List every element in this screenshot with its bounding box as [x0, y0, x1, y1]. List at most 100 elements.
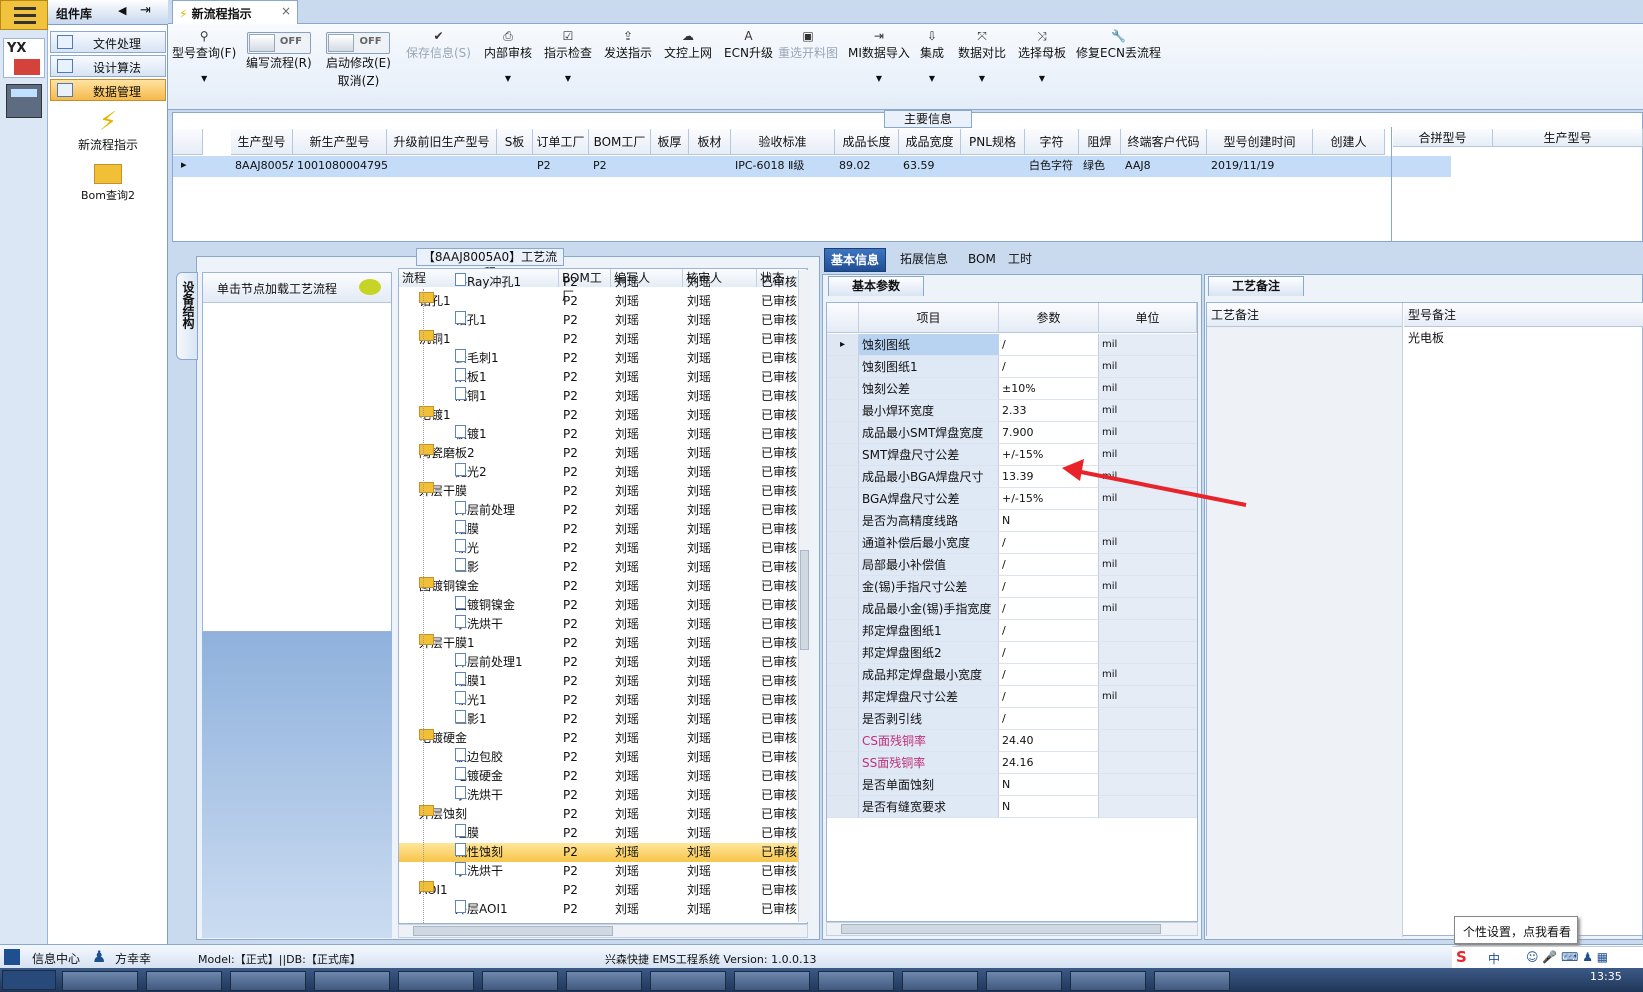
toolbar-button-1[interactable]: OFF 编写流程(R) [246, 28, 312, 72]
tree-node[interactable]: −外层蚀刻 [419, 805, 467, 824]
taskbar-app-button[interactable] [1154, 971, 1230, 991]
model-remark-text[interactable]: 光电板 [1408, 329, 1444, 346]
tree-row[interactable]: 水洗烘干 P2 刘瑶 刘瑶 已审核 [399, 615, 807, 634]
toolbar-button-3[interactable]: ✔ 保存信息(S) [406, 28, 471, 62]
launcher-bom-query[interactable]: Bom查询2 [50, 164, 166, 203]
params-column-header[interactable]: 参数 [999, 303, 1099, 333]
dropdown-arrow-icon[interactable]: ▼ [958, 72, 1006, 86]
param-row[interactable]: 金(锡)手指尺寸公差 / mil [827, 576, 1197, 598]
tree-row[interactable]: 曝光 P2 刘瑶 刘瑶 已审核 [399, 539, 807, 558]
toolbar-button-6[interactable]: ⇪ 发送指示 [604, 28, 652, 62]
tree-node[interactable]: 水洗烘干 [455, 862, 503, 881]
tree-node[interactable]: 显影1 [455, 710, 487, 729]
column-header[interactable]: 生产型号 [1493, 129, 1643, 147]
param-value[interactable]: 24.16 [999, 752, 1099, 774]
taskbar-app-button[interactable] [146, 971, 222, 991]
tree-row[interactable]: −沉铜1P2刘瑶刘瑶已审核 [399, 330, 807, 349]
tab-process-remarks[interactable]: 工艺备注 [1208, 276, 1304, 296]
tree-vertical-scrollbar[interactable] [798, 270, 810, 922]
dropdown-arrow-icon[interactable]: ▼ [1018, 72, 1066, 86]
tree-row[interactable]: −图镀铜镍金 P2 刘瑶 刘瑶 已审核 [399, 577, 807, 596]
tree-row[interactable]: −电镀1P2刘瑶刘瑶已审核 [399, 406, 807, 425]
toolbar-button-7[interactable]: ☁ 文控上网 [664, 28, 712, 62]
tree-row[interactable]: 水洗烘干 P2 刘瑶 刘瑶 已审核 [399, 862, 807, 881]
tree-row[interactable]: −外层蚀刻 P2 刘瑶 刘瑶 已审核 [399, 805, 807, 824]
param-value[interactable]: N [999, 796, 1099, 818]
tree-row[interactable]: 贴膜1 P2 刘瑶 刘瑶 已审核 [399, 672, 807, 691]
tree-node[interactable]: −外层干膜1 [419, 634, 475, 653]
pin-icon[interactable]: ⇥ [140, 3, 151, 18]
tree-node[interactable]: 水洗烘干 [455, 786, 503, 805]
taskbar-app-button[interactable] [902, 971, 978, 991]
tab-bom[interactable]: BOM [962, 248, 1002, 272]
column-header[interactable]: 升级前旧生产型号 [387, 129, 497, 155]
table-cell[interactable] [497, 156, 533, 176]
side-tab-equipment[interactable]: 设备结构 [176, 272, 198, 360]
param-row[interactable]: 邦定焊盘图纸2/ [827, 642, 1197, 664]
tree-row[interactable]: 显影1 P2 刘瑶 刘瑶 已审核 [399, 710, 807, 729]
tree-node[interactable]: 烘板1 [455, 368, 487, 387]
param-value[interactable]: / [999, 334, 1099, 356]
taskbar-app-button[interactable] [986, 971, 1062, 991]
table-cell[interactable] [961, 156, 1025, 176]
table-cell[interactable]: P2 [589, 156, 651, 176]
tree-node[interactable]: X-Ray冲孔1 [455, 273, 521, 292]
tree-row[interactable]: −电镀硬金 P2 刘瑶 刘瑶 已审核 [399, 729, 807, 748]
tree-row[interactable]: 钻孔1 P2 刘瑶 刘瑶 已审核 [399, 311, 807, 330]
taskbar-app-button[interactable] [482, 971, 558, 991]
column-header[interactable]: 合拼型号 [1393, 129, 1493, 147]
tree-node[interactable]: 贴膜 [455, 520, 479, 539]
tree-row[interactable]: −陶瓷磨板2 P2 刘瑶 刘瑶 已审核 [399, 444, 807, 463]
toggle-switch[interactable]: OFF [326, 32, 391, 54]
param-row[interactable]: 蚀刻图纸1/mil [827, 356, 1197, 378]
table-cell[interactable] [387, 156, 497, 176]
taskbar-app-button[interactable] [398, 971, 474, 991]
table-cell[interactable]: 绿色 [1079, 156, 1121, 176]
column-header[interactable]: 成品长度 [835, 129, 899, 155]
tree-node[interactable]: 曝光1 [455, 691, 487, 710]
param-row[interactable]: ▸ 蚀刻图纸 / mil [827, 334, 1197, 356]
table-cell[interactable]: P2 [533, 156, 589, 176]
toolbar-button-11[interactable]: ⇩ 集成 ▼ [920, 28, 944, 86]
tree-node[interactable]: 板边包胶 [455, 748, 503, 767]
column-header[interactable]: 订单工厂 [533, 129, 589, 155]
param-row[interactable]: 成品最小金(锡)手指宽度 / mil [827, 598, 1197, 620]
param-value[interactable]: / [999, 642, 1099, 664]
tree-node[interactable]: 外层前处理1 [455, 653, 523, 672]
tab-new-process[interactable]: ⚡ 新流程指示 × [172, 0, 298, 24]
column-header[interactable]: 生产型号 [231, 129, 293, 155]
tree-node[interactable]: 显影 [455, 558, 479, 577]
param-row[interactable]: 局部最小补偿值 / mil [827, 554, 1197, 576]
param-value[interactable]: 2.33 [999, 400, 1099, 422]
column-header[interactable]: 字符 [1025, 129, 1079, 155]
tree-node[interactable]: 板镀1 [455, 425, 487, 444]
tree-node[interactable]: 抛光2 [455, 463, 487, 482]
param-value[interactable]: N [999, 774, 1099, 796]
toolbar-button-13[interactable]: ⤨ 选择母板 ▼ [1018, 28, 1066, 86]
tab-basic-params[interactable]: 基本参数 [828, 276, 924, 296]
param-row[interactable]: 成品邦定焊盘最小宽度 / mil [827, 664, 1197, 686]
personalize-tooltip[interactable]: 个性设置，点我看看 [1454, 916, 1578, 944]
column-header[interactable]: 板材 [689, 129, 731, 155]
column-header[interactable]: 创建人 [1313, 129, 1385, 155]
param-value[interactable]: / [999, 576, 1099, 598]
launcher-new-process[interactable]: ⚡ 新流程指示 [50, 108, 166, 153]
dropdown-arrow-icon[interactable]: ▼ [848, 72, 910, 86]
table-cell[interactable]: 白色字符 [1025, 156, 1079, 176]
tree-row[interactable]: 碱性蚀刻 P2 刘瑶 刘瑶 已审核 [399, 843, 807, 862]
column-header[interactable]: BOM工厂 [589, 129, 651, 155]
column-header[interactable]: 验收标准 [731, 129, 835, 155]
toolbar-button-5[interactable]: ☑ 指示检查 ▼ [544, 28, 592, 86]
param-row[interactable]: 最小焊环宽度 2.33 mil [827, 400, 1197, 422]
tree-node[interactable]: 钻孔1 [455, 311, 487, 330]
taskbar-app-button[interactable] [1070, 971, 1146, 991]
column-header[interactable]: S板 [497, 129, 533, 155]
tree-row[interactable]: 图镀铜镍金 P2 刘瑶 刘瑶 已审核 [399, 596, 807, 615]
tree-row[interactable]: 外层前处理 P2 刘瑶 刘瑶 已审核 [399, 501, 807, 520]
calculator-icon[interactable] [6, 84, 42, 118]
taskbar-app-button[interactable] [650, 971, 726, 991]
dropdown-arrow-icon[interactable]: ▼ [920, 72, 944, 86]
param-row[interactable]: 是否剥引线 / [827, 708, 1197, 730]
param-row[interactable]: 是否有缝宽要求 N [827, 796, 1197, 818]
tree-row[interactable]: 电镀硬金 P2 刘瑶 刘瑶 已审核 [399, 767, 807, 786]
